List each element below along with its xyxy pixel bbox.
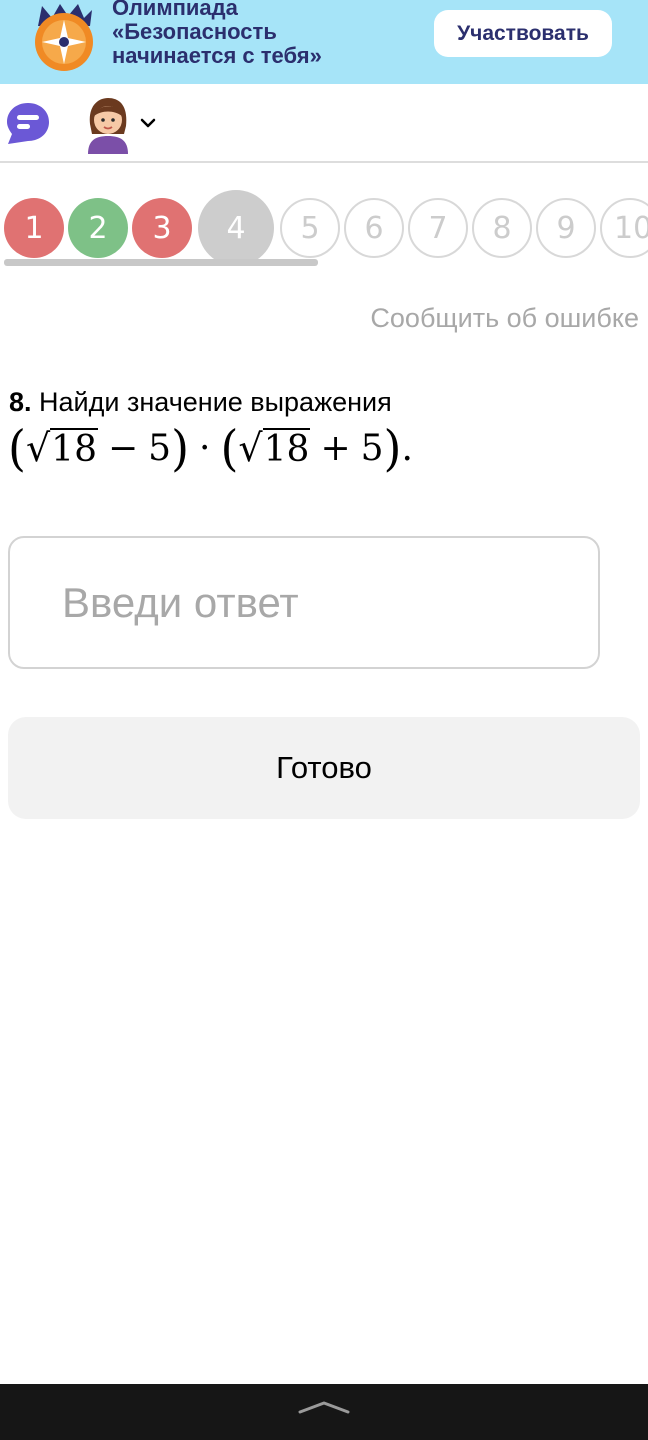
report-error-link[interactable]: Сообщить об ошибке bbox=[370, 303, 639, 334]
radicand: 18 bbox=[262, 428, 311, 470]
step-4-current[interactable]: 4 bbox=[198, 190, 274, 266]
minus-sign: − bbox=[107, 427, 139, 469]
promo-banner[interactable]: Олимпиада «Безопасность начинается с теб… bbox=[0, 0, 648, 84]
step-9[interactable]: 9 bbox=[536, 198, 596, 258]
compass-emblem-icon bbox=[35, 4, 93, 71]
question-prompt: Найди значение выражения bbox=[39, 387, 392, 417]
radicand: 18 bbox=[50, 428, 98, 470]
step-10[interactable]: 10 bbox=[600, 198, 648, 258]
girl-avatar-icon[interactable] bbox=[84, 94, 132, 154]
number: 5 bbox=[148, 427, 172, 469]
banner-title-line: «Безопасность bbox=[112, 19, 277, 44]
top-bar bbox=[0, 84, 648, 163]
progress-scrollbar[interactable] bbox=[4, 259, 318, 266]
done-button[interactable]: Готово bbox=[8, 717, 640, 819]
banner-title-line: начинается с тебя» bbox=[112, 43, 322, 68]
paren-close: ) bbox=[171, 419, 190, 477]
step-8[interactable]: 8 bbox=[472, 198, 532, 258]
paren-open: ( bbox=[8, 419, 26, 477]
sqrt-sign: √ bbox=[25, 426, 51, 470]
number: 5 bbox=[360, 427, 384, 469]
question-text: 8. Найди значение выражения bbox=[9, 384, 639, 420]
plus-sign: + bbox=[320, 427, 351, 469]
square-root: √ 18 bbox=[238, 426, 311, 470]
screen: Олимпиада «Безопасность начинается с теб… bbox=[0, 0, 648, 1440]
banner-title: Олимпиада «Безопасность начинается с теб… bbox=[112, 0, 412, 68]
question-progress: 1 2 3 4 5 6 7 8 9 10 bbox=[0, 188, 648, 270]
math-expression: ( √ 18 − 5 ) · ( √ 18 + 5 ) . bbox=[8, 420, 413, 476]
answer-input[interactable] bbox=[8, 536, 600, 669]
square-root: √ 18 bbox=[26, 426, 98, 470]
paren-open: ( bbox=[220, 419, 239, 477]
step-6[interactable]: 6 bbox=[344, 198, 404, 258]
period: . bbox=[401, 427, 413, 469]
step-1[interactable]: 1 bbox=[4, 198, 64, 258]
banner-title-line: Олимпиада bbox=[112, 0, 238, 20]
question-number: 8. bbox=[9, 387, 32, 417]
step-7[interactable]: 7 bbox=[408, 198, 468, 258]
step-5[interactable]: 5 bbox=[280, 198, 340, 258]
chevron-down-icon[interactable] bbox=[139, 116, 157, 130]
sqrt-sign: √ bbox=[238, 426, 263, 470]
system-nav-bar bbox=[0, 1384, 648, 1440]
chat-bubble-icon[interactable] bbox=[4, 100, 52, 148]
paren-close: ) bbox=[383, 419, 402, 477]
swipe-up-handle-icon[interactable] bbox=[296, 1398, 352, 1416]
step-3[interactable]: 3 bbox=[132, 198, 192, 258]
multiply-dot: · bbox=[199, 427, 211, 469]
step-2[interactable]: 2 bbox=[68, 198, 128, 258]
participate-button[interactable]: Участвовать bbox=[434, 10, 612, 57]
